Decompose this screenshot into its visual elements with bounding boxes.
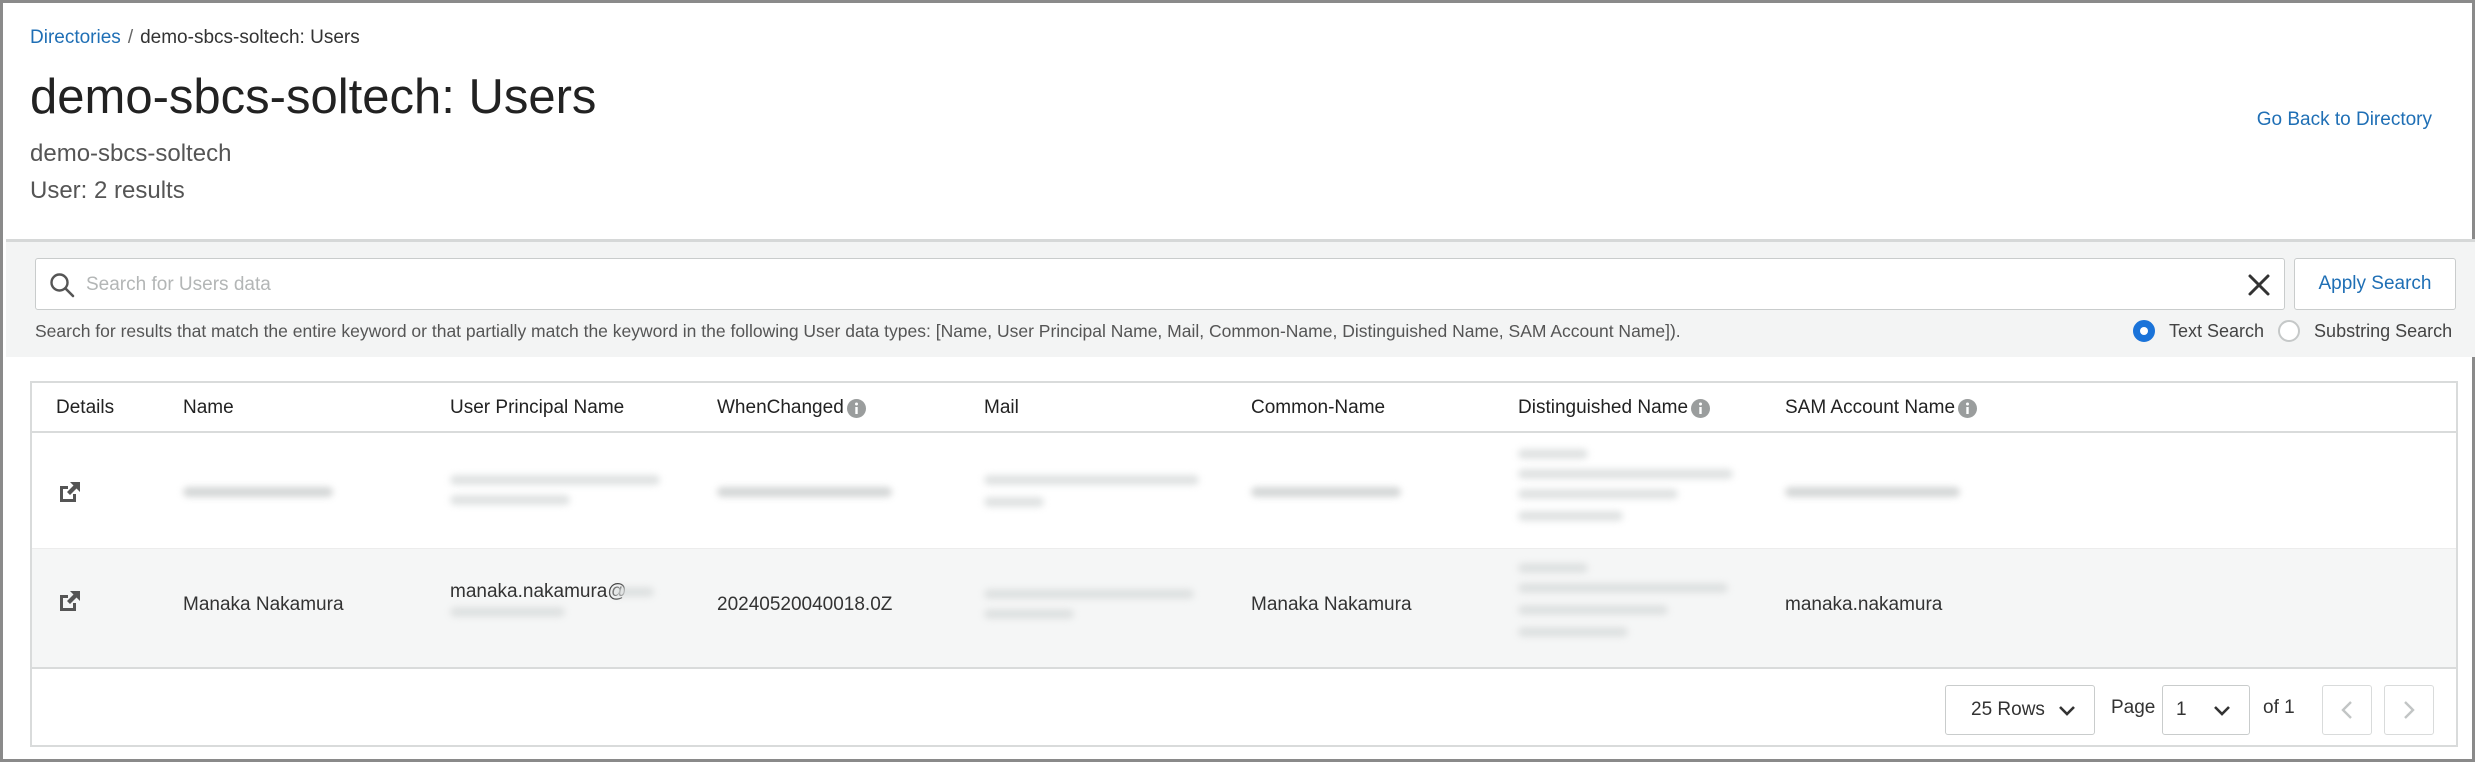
- chevron-down-icon: [2214, 706, 2230, 716]
- column-header-sam-account-name[interactable]: SAM Account Name: [1785, 397, 1978, 419]
- table-header: Details Name User Principal Name WhenCha…: [32, 383, 2456, 433]
- cell-upn: manaka.nakamura@: [450, 581, 627, 602]
- previous-page-button[interactable]: [2322, 685, 2372, 735]
- redacted-mail: [984, 497, 1044, 507]
- page-select-value: 1: [2176, 699, 2187, 720]
- next-page-button[interactable]: [2384, 685, 2434, 735]
- column-header-label: Mail: [984, 397, 1019, 418]
- cell-whenchanged: 20240520040018.0Z: [717, 594, 893, 615]
- page-select[interactable]: 1: [2162, 685, 2250, 735]
- info-icon[interactable]: [1957, 398, 1978, 419]
- go-back-link[interactable]: Go Back to Directory: [2257, 109, 2432, 131]
- redacted-mail: [984, 609, 1074, 619]
- redacted-upn: [612, 587, 654, 597]
- column-header-distinguished-name[interactable]: Distinguished Name: [1518, 397, 1711, 419]
- close-icon[interactable]: [2246, 272, 2272, 298]
- cell-name: Manaka Nakamura: [183, 594, 344, 615]
- search-input[interactable]: [86, 267, 2186, 303]
- table-row: [32, 435, 2456, 549]
- page-subtitle: demo-sbcs-soltech: [30, 140, 232, 167]
- external-link-icon[interactable]: [57, 479, 83, 505]
- redacted-mail: [984, 589, 1194, 599]
- column-header-label: Name: [183, 397, 234, 418]
- apply-search-button[interactable]: Apply Search: [2294, 258, 2456, 310]
- column-header-common-name[interactable]: Common-Name: [1251, 397, 1385, 419]
- redacted-upn: [450, 475, 660, 485]
- redacted-dn: [1518, 449, 1588, 459]
- redacted-dn: [1518, 627, 1628, 637]
- search-box[interactable]: [35, 258, 2285, 310]
- column-header-mail[interactable]: Mail: [984, 397, 1019, 419]
- info-icon[interactable]: [846, 398, 867, 419]
- search-icon: [50, 273, 75, 298]
- rows-per-page-value: 25 Rows: [1971, 699, 2045, 720]
- rows-per-page-select[interactable]: 25 Rows: [1945, 685, 2095, 735]
- result-count: User: 2 results: [30, 177, 185, 204]
- redacted-upn: [450, 495, 570, 505]
- redacted-whenchanged: [717, 487, 892, 497]
- redacted-dn: [1518, 489, 1678, 499]
- redacted-common-name: [1251, 487, 1401, 497]
- column-header-label: WhenChanged: [717, 397, 844, 418]
- radio-substring-search[interactable]: Substring Search: [2278, 320, 2452, 342]
- radio-substring-search-label: Substring Search: [2314, 320, 2453, 341]
- column-header-upn[interactable]: User Principal Name: [450, 397, 624, 419]
- column-header-label: Common-Name: [1251, 397, 1386, 418]
- breadcrumb-link-directories[interactable]: Directories: [30, 27, 121, 48]
- external-link-icon[interactable]: [57, 588, 83, 614]
- redacted-dn: [1518, 605, 1668, 615]
- redacted-name: [183, 487, 333, 497]
- redacted-dn: [1518, 511, 1623, 521]
- chevron-down-icon: [2059, 706, 2075, 716]
- search-mode-group: Text Search Substring Search: [2133, 320, 2466, 342]
- redacted-dn: [1518, 469, 1733, 479]
- cell-common-name: Manaka Nakamura: [1251, 594, 1412, 615]
- page-total-label: of 1: [2263, 697, 2295, 718]
- search-panel: Apply Search Search for results that mat…: [6, 239, 2475, 357]
- redacted-mail: [984, 475, 1199, 485]
- redacted-sam: [1785, 487, 1960, 497]
- breadcrumb-current: demo-sbcs-soltech: Users: [140, 27, 360, 48]
- breadcrumb: Directories / demo-sbcs-soltech: Users: [30, 27, 360, 49]
- page-label: Page: [2111, 697, 2156, 718]
- column-header-whenchanged[interactable]: WhenChanged: [717, 397, 867, 419]
- search-help-text: Search for results that match the entire…: [35, 321, 1681, 341]
- column-header-label: Distinguished Name: [1518, 397, 1689, 418]
- users-table: Details Name User Principal Name WhenCha…: [30, 381, 2458, 747]
- column-header-details: Details: [56, 397, 114, 419]
- column-header-label: User Principal Name: [450, 397, 625, 418]
- redacted-dn: [1518, 583, 1728, 593]
- page-title: demo-sbcs-soltech: Users: [30, 70, 597, 124]
- radio-text-search[interactable]: Text Search: [2133, 320, 2264, 342]
- column-header-name[interactable]: Name: [183, 397, 234, 419]
- info-icon[interactable]: [1690, 398, 1711, 419]
- breadcrumb-separator: /: [127, 27, 134, 48]
- column-header-label: SAM Account Name: [1785, 397, 1956, 418]
- radio-text-search-dot[interactable]: [2133, 320, 2155, 342]
- chevron-right-icon: [2404, 701, 2415, 719]
- radio-substring-search-dot[interactable]: [2278, 320, 2301, 342]
- chevron-left-icon: [2341, 701, 2352, 719]
- table-row: Manaka Nakamura manaka.nakamura@ 2024052…: [32, 549, 2456, 669]
- redacted-dn: [1518, 563, 1588, 573]
- radio-text-search-label: Text Search: [2169, 320, 2265, 341]
- column-header-label: Details: [56, 397, 115, 418]
- cell-sam-account-name: manaka.nakamura: [1785, 594, 1943, 615]
- page-frame: Directories / demo-sbcs-soltech: Users dem…: [0, 0, 2475, 762]
- redacted-upn: [450, 607, 565, 617]
